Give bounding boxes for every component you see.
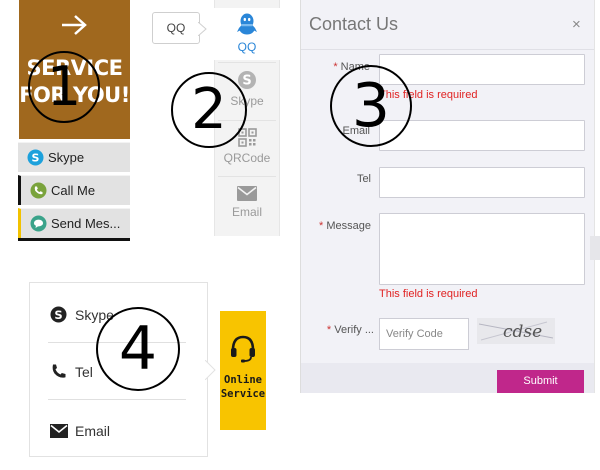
svg-text:S: S xyxy=(54,308,62,322)
modal-title: Contact Us xyxy=(309,14,399,34)
send-message-item[interactable]: Send Mes... xyxy=(18,208,130,238)
skype-icon: S xyxy=(238,71,256,89)
verify-code-input[interactable]: Verify Code xyxy=(379,318,469,350)
skype-icon: S xyxy=(27,149,44,166)
close-icon[interactable]: × xyxy=(572,16,581,33)
separator xyxy=(218,176,276,177)
message-label: * Message xyxy=(319,220,371,232)
email-field[interactable] xyxy=(379,120,585,151)
message-error: This field is required xyxy=(379,288,478,300)
phone-icon xyxy=(52,364,66,378)
arrow-right-icon xyxy=(62,15,87,35)
headset-icon xyxy=(231,335,255,363)
envelope-icon xyxy=(50,424,68,438)
separator xyxy=(48,399,186,400)
skype-icon: S xyxy=(50,306,67,323)
panel-arrow-icon xyxy=(205,360,216,380)
email-contact-item[interactable]: Email xyxy=(214,180,280,230)
online-service-button[interactable]: Online Service xyxy=(220,311,266,430)
qq-label: QQ xyxy=(237,40,257,54)
captcha-text: cdse xyxy=(503,322,542,342)
skype-contact-item[interactable]: S Skype xyxy=(18,142,130,172)
tooltip-arrow-icon xyxy=(198,22,207,36)
email-label: Email xyxy=(75,423,111,439)
envelope-icon xyxy=(237,186,257,201)
svg-text:S: S xyxy=(242,74,251,89)
online-service-label: Online Service xyxy=(220,374,266,400)
divider xyxy=(18,238,130,241)
annotation-number-3: 3 xyxy=(330,65,412,147)
qrcode-label: QRCode xyxy=(223,151,271,165)
qq-tooltip: QQ xyxy=(152,12,200,44)
message-icon xyxy=(30,215,47,232)
separator xyxy=(218,62,276,63)
svg-text:S: S xyxy=(32,152,40,165)
scrollbar[interactable] xyxy=(590,236,600,260)
phone-icon xyxy=(30,182,47,199)
qq-contact-item[interactable]: QQ xyxy=(214,8,280,60)
qq-penguin-icon xyxy=(237,13,257,35)
skype-label: Skype xyxy=(48,150,85,165)
annotation-number-4: 4 xyxy=(96,307,180,391)
tel-label: Tel xyxy=(356,173,371,185)
email-label: Email xyxy=(231,205,262,219)
submit-button[interactable]: Submit xyxy=(497,370,584,393)
call-me-label: Call Me xyxy=(51,183,96,198)
name-field[interactable] xyxy=(379,54,585,85)
annotation-number-1: 1 xyxy=(28,51,100,123)
tel-label: Tel xyxy=(75,364,93,380)
captcha-image[interactable]: cdse xyxy=(477,318,555,344)
call-me-item[interactable]: Call Me xyxy=(18,175,130,205)
annotation-number-2: 2 xyxy=(171,72,247,148)
send-message-label: Send Mes... xyxy=(51,216,121,231)
verify-label: * Verify ... xyxy=(326,324,374,336)
tel-field[interactable] xyxy=(379,167,585,198)
message-field[interactable] xyxy=(379,213,585,285)
